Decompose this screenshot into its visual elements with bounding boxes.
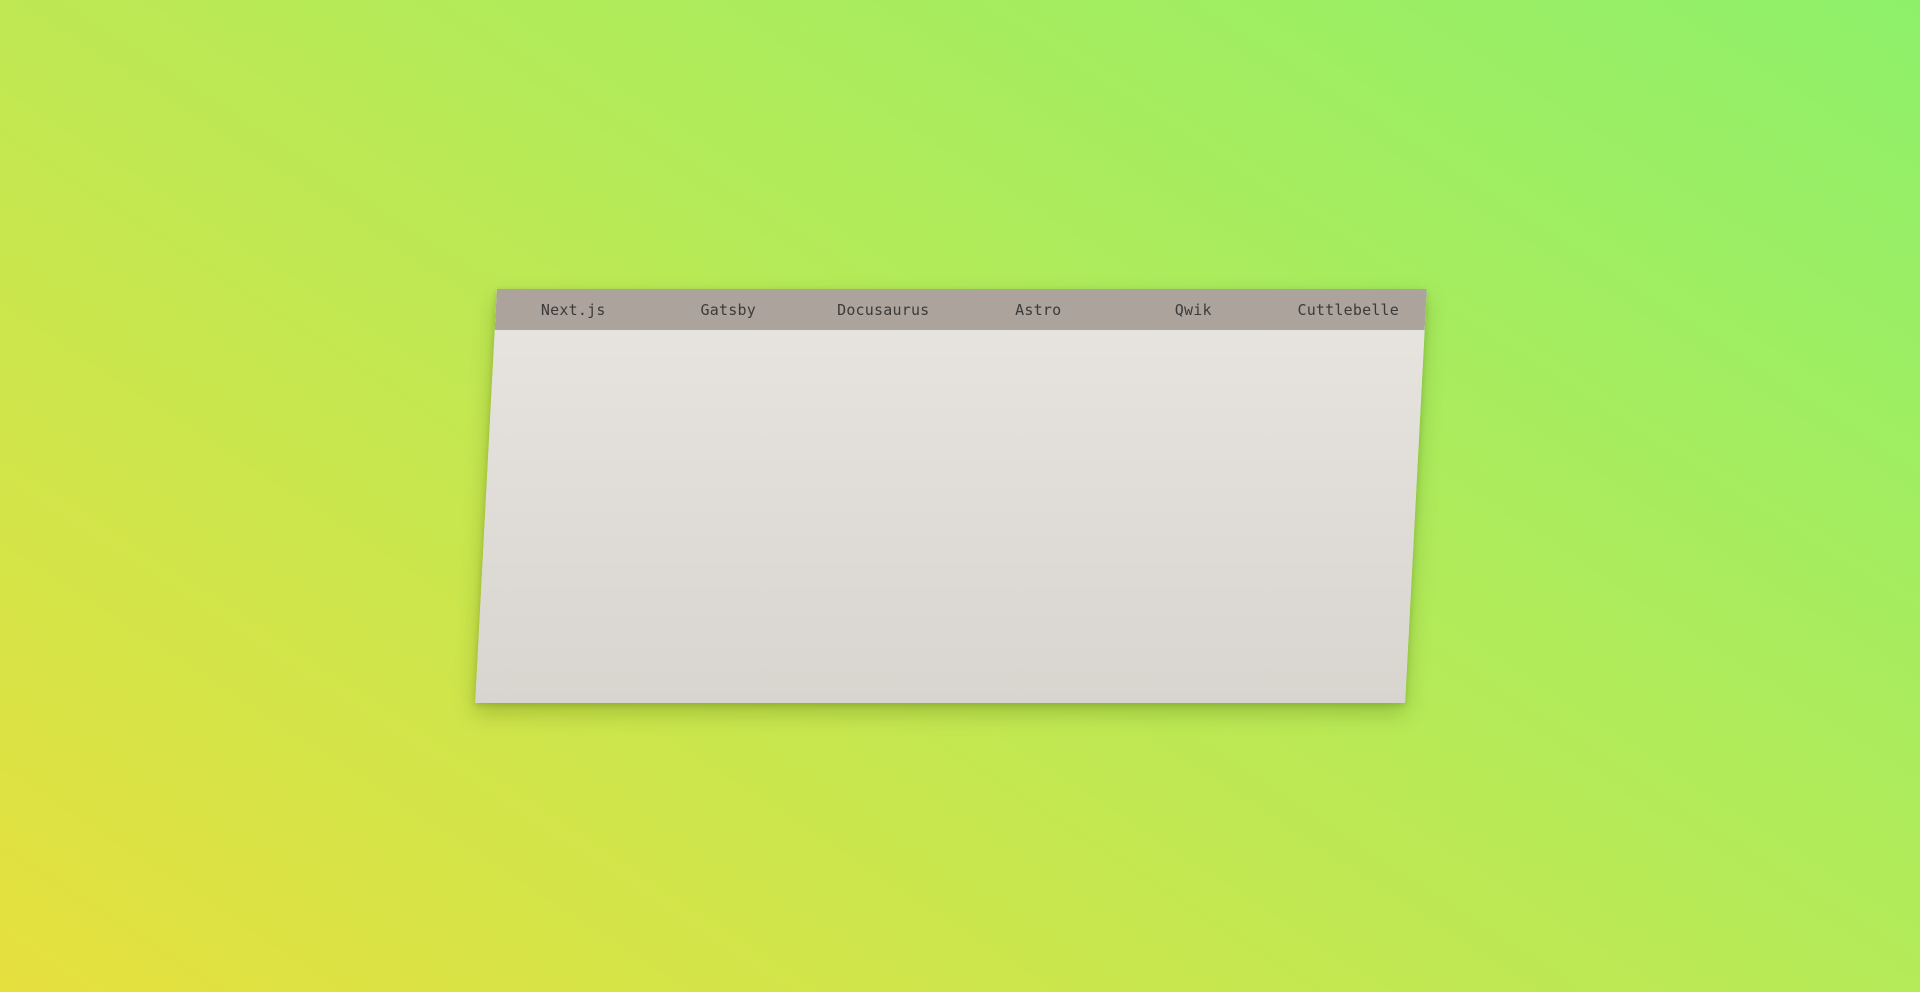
tab-qwik[interactable]: Qwik [1116, 301, 1271, 319]
tab-content-panel [475, 330, 1425, 703]
tab-astro[interactable]: Astro [961, 301, 1116, 319]
tab-bar: Next.js Gatsby Docusaurus Astro Qwik Cut… [494, 289, 1427, 330]
tab-cuttlebelle[interactable]: Cuttlebelle [1271, 301, 1426, 319]
tab-nextjs[interactable]: Next.js [496, 301, 651, 319]
tabs-card: Next.js Gatsby Docusaurus Astro Qwik Cut… [475, 289, 1427, 703]
tab-gatsby[interactable]: Gatsby [651, 301, 806, 319]
tab-docusaurus[interactable]: Docusaurus [806, 301, 961, 319]
